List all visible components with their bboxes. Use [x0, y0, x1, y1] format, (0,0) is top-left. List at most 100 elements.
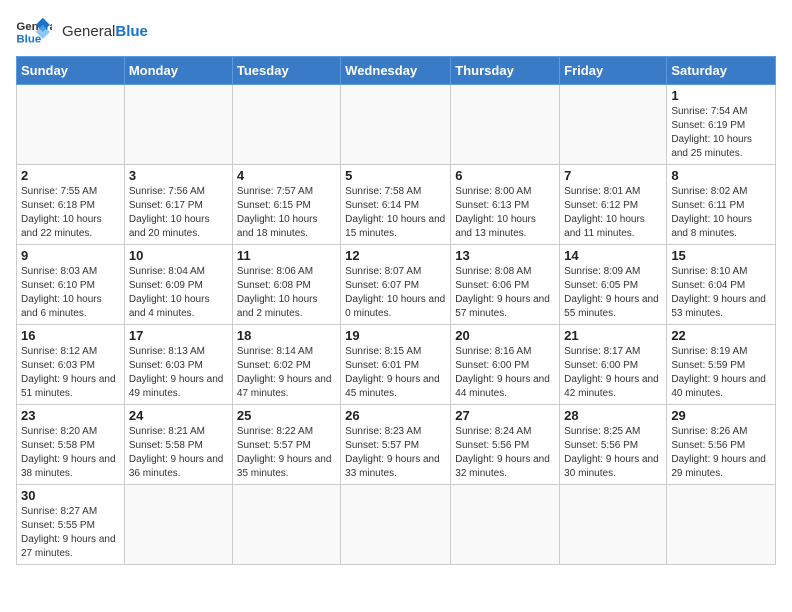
- calendar-day-cell: 30 Sunrise: 8:27 AM Sunset: 5:55 PM Dayli…: [17, 485, 125, 565]
- calendar-day-cell: 10 Sunrise: 8:04 AM Sunset: 6:09 PM Dayli…: [124, 245, 232, 325]
- day-info: Sunrise: 8:01 AM Sunset: 6:12 PM Dayligh…: [564, 185, 662, 241]
- calendar-day-cell: 20 Sunrise: 8:16 AM Sunset: 6:00 PM Dayli…: [451, 325, 560, 405]
- calendar-day-cell: [667, 485, 776, 565]
- day-info: Sunrise: 7:57 AM Sunset: 6:15 PM Dayligh…: [237, 185, 336, 241]
- calendar-table: SundayMondayTuesdayWednesdayThursdayFrid…: [16, 56, 776, 565]
- calendar-day-cell: 16Sunrise: 8:12 AM Sunset: 6:03 PM Dayli…: [17, 325, 125, 405]
- calendar-day-cell: [124, 485, 232, 565]
- calendar-week-row: 16Sunrise: 8:12 AM Sunset: 6:03 PM Dayli…: [17, 325, 776, 405]
- day-number: 17: [129, 328, 228, 343]
- day-number: 2: [21, 168, 120, 183]
- day-info: Sunrise: 8:04 AM Sunset: 6:09 PM Dayligh…: [129, 265, 228, 321]
- day-info: Sunrise: 7:58 AM Sunset: 6:14 PM Dayligh…: [345, 185, 446, 241]
- calendar-week-row: 23 Sunrise: 8:20 AM Sunset: 5:58 PM Dayli…: [17, 405, 776, 485]
- day-info: Sunrise: 7:54 AM Sunset: 6:19 PM Dayligh…: [671, 105, 771, 161]
- calendar-day-cell: 25 Sunrise: 8:22 AM Sunset: 5:57 PM Dayli…: [232, 405, 340, 485]
- day-number: 26: [345, 408, 446, 423]
- day-number: 13: [455, 248, 555, 263]
- weekday-header-cell: Wednesday: [341, 57, 451, 85]
- weekday-header-cell: Friday: [560, 57, 667, 85]
- calendar-day-cell: 7 Sunrise: 8:01 AM Sunset: 6:12 PM Daylig…: [560, 165, 667, 245]
- day-info: Sunrise: 8:10 AM Sunset: 6:04 PM Dayligh…: [671, 265, 771, 321]
- day-info: Sunrise: 7:56 AM Sunset: 6:17 PM Dayligh…: [129, 185, 228, 241]
- day-info: Sunrise: 8:12 AM Sunset: 6:03 PM Dayligh…: [21, 345, 120, 401]
- day-info: Sunrise: 8:08 AM Sunset: 6:06 PM Dayligh…: [455, 265, 555, 321]
- calendar-day-cell: 19Sunrise: 8:15 AM Sunset: 6:01 PM Dayli…: [341, 325, 451, 405]
- day-info: Sunrise: 8:25 AM Sunset: 5:56 PM Dayligh…: [564, 425, 662, 481]
- calendar-day-cell: 26 Sunrise: 8:23 AM Sunset: 5:57 PM Dayli…: [341, 405, 451, 485]
- calendar-day-cell: [17, 85, 125, 165]
- day-number: 3: [129, 168, 228, 183]
- day-info: Sunrise: 8:23 AM Sunset: 5:57 PM Dayligh…: [345, 425, 446, 481]
- day-number: 10: [129, 248, 228, 263]
- day-info: Sunrise: 8:24 AM Sunset: 5:56 PM Dayligh…: [455, 425, 555, 481]
- day-number: 6: [455, 168, 555, 183]
- weekday-header-row: SundayMondayTuesdayWednesdayThursdayFrid…: [17, 57, 776, 85]
- calendar-day-cell: 17 Sunrise: 8:13 AM Sunset: 6:03 PM Dayli…: [124, 325, 232, 405]
- calendar-day-cell: 2 Sunrise: 7:55 AM Sunset: 6:18 PM Daylig…: [17, 165, 125, 245]
- calendar-day-cell: [341, 85, 451, 165]
- day-info: Sunrise: 8:19 AM Sunset: 5:59 PM Dayligh…: [671, 345, 771, 401]
- day-number: 11: [237, 248, 336, 263]
- day-number: 21: [564, 328, 662, 343]
- day-number: 18: [237, 328, 336, 343]
- header: General Blue GeneralBlue: [16, 16, 776, 46]
- day-info: Sunrise: 8:22 AM Sunset: 5:57 PM Dayligh…: [237, 425, 336, 481]
- calendar-day-cell: 29 Sunrise: 8:26 AM Sunset: 5:56 PM Dayli…: [667, 405, 776, 485]
- calendar-week-row: 2 Sunrise: 7:55 AM Sunset: 6:18 PM Daylig…: [17, 165, 776, 245]
- calendar-day-cell: [232, 485, 340, 565]
- calendar-day-cell: 3 Sunrise: 7:56 AM Sunset: 6:17 PM Daylig…: [124, 165, 232, 245]
- day-number: 12: [345, 248, 446, 263]
- day-number: 8: [671, 168, 771, 183]
- calendar-day-cell: 1Sunrise: 7:54 AM Sunset: 6:19 PM Daylig…: [667, 85, 776, 165]
- day-number: 7: [564, 168, 662, 183]
- calendar-day-cell: 13 Sunrise: 8:08 AM Sunset: 6:06 PM Dayli…: [451, 245, 560, 325]
- day-number: 4: [237, 168, 336, 183]
- day-info: Sunrise: 7:55 AM Sunset: 6:18 PM Dayligh…: [21, 185, 120, 241]
- calendar-week-row: 30 Sunrise: 8:27 AM Sunset: 5:55 PM Dayli…: [17, 485, 776, 565]
- day-number: 23: [21, 408, 120, 423]
- calendar-day-cell: [560, 485, 667, 565]
- day-number: 30: [21, 488, 120, 503]
- day-info: Sunrise: 8:07 AM Sunset: 6:07 PM Dayligh…: [345, 265, 446, 321]
- calendar-day-cell: 12 Sunrise: 8:07 AM Sunset: 6:07 PM Dayli…: [341, 245, 451, 325]
- calendar-day-cell: 27Sunrise: 8:24 AM Sunset: 5:56 PM Dayli…: [451, 405, 560, 485]
- logo: General Blue GeneralBlue: [16, 16, 148, 46]
- day-number: 29: [671, 408, 771, 423]
- day-info: Sunrise: 8:21 AM Sunset: 5:58 PM Dayligh…: [129, 425, 228, 481]
- calendar-day-cell: 28Sunrise: 8:25 AM Sunset: 5:56 PM Dayli…: [560, 405, 667, 485]
- calendar-day-cell: 11 Sunrise: 8:06 AM Sunset: 6:08 PM Dayli…: [232, 245, 340, 325]
- day-info: Sunrise: 8:06 AM Sunset: 6:08 PM Dayligh…: [237, 265, 336, 321]
- day-info: Sunrise: 8:20 AM Sunset: 5:58 PM Dayligh…: [21, 425, 120, 481]
- calendar-day-cell: 9 Sunrise: 8:03 AM Sunset: 6:10 PM Daylig…: [17, 245, 125, 325]
- calendar-day-cell: 21Sunrise: 8:17 AM Sunset: 6:00 PM Dayli…: [560, 325, 667, 405]
- day-number: 14: [564, 248, 662, 263]
- day-number: 15: [671, 248, 771, 263]
- calendar-week-row: 1Sunrise: 7:54 AM Sunset: 6:19 PM Daylig…: [17, 85, 776, 165]
- day-info: Sunrise: 8:02 AM Sunset: 6:11 PM Dayligh…: [671, 185, 771, 241]
- day-number: 24: [129, 408, 228, 423]
- weekday-header-cell: Sunday: [17, 57, 125, 85]
- weekday-header-cell: Tuesday: [232, 57, 340, 85]
- day-number: 22: [671, 328, 771, 343]
- calendar-day-cell: [451, 485, 560, 565]
- calendar-day-cell: [124, 85, 232, 165]
- day-info: Sunrise: 8:03 AM Sunset: 6:10 PM Dayligh…: [21, 265, 120, 321]
- day-number: 9: [21, 248, 120, 263]
- calendar-day-cell: 24 Sunrise: 8:21 AM Sunset: 5:58 PM Dayli…: [124, 405, 232, 485]
- calendar-day-cell: 5 Sunrise: 7:58 AM Sunset: 6:14 PM Daylig…: [341, 165, 451, 245]
- day-info: Sunrise: 8:15 AM Sunset: 6:01 PM Dayligh…: [345, 345, 446, 401]
- weekday-header-cell: Thursday: [451, 57, 560, 85]
- day-number: 25: [237, 408, 336, 423]
- day-number: 5: [345, 168, 446, 183]
- calendar-day-cell: 4 Sunrise: 7:57 AM Sunset: 6:15 PM Daylig…: [232, 165, 340, 245]
- day-info: Sunrise: 8:26 AM Sunset: 5:56 PM Dayligh…: [671, 425, 771, 481]
- logo-icon: General Blue: [16, 16, 52, 46]
- calendar-day-cell: [560, 85, 667, 165]
- day-number: 20: [455, 328, 555, 343]
- day-info: Sunrise: 8:16 AM Sunset: 6:00 PM Dayligh…: [455, 345, 555, 401]
- day-info: Sunrise: 8:09 AM Sunset: 6:05 PM Dayligh…: [564, 265, 662, 321]
- day-info: Sunrise: 8:27 AM Sunset: 5:55 PM Dayligh…: [21, 505, 120, 561]
- calendar-day-cell: [451, 85, 560, 165]
- day-info: Sunrise: 8:13 AM Sunset: 6:03 PM Dayligh…: [129, 345, 228, 401]
